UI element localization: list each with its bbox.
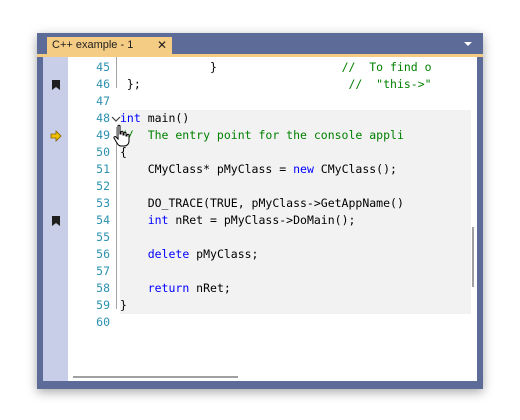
vertical-scrollbar[interactable] (471, 57, 477, 373)
line-number: 59 (96, 298, 110, 312)
code-token: nRet; (189, 281, 231, 295)
tab-title: C++ example - 1 (52, 39, 134, 51)
close-icon[interactable]: ✕ (157, 38, 167, 52)
line-number: 60 (96, 315, 110, 329)
code-text[interactable]: // The entry point for the console appli (120, 127, 477, 144)
collapse-chevron-icon[interactable] (111, 114, 121, 124)
comment-token: // "this->" (348, 77, 432, 91)
keyword-token: return (147, 281, 190, 295)
code-token: DO_TRACE(TRUE, pMyClass->GetAppName() (120, 196, 404, 210)
code-line[interactable]: 53 DO_TRACE(TRUE, pMyClass->GetAppName() (68, 195, 477, 212)
code-text[interactable] (120, 314, 477, 331)
code-line[interactable]: 55 (68, 229, 477, 246)
keyword-token: delete (147, 247, 190, 261)
code-text[interactable]: { (120, 144, 477, 161)
code-token: } (120, 298, 127, 312)
tab-dropdown-icon[interactable] (463, 39, 473, 49)
keyword-token: new (293, 162, 314, 176)
code-text[interactable]: } (120, 297, 477, 314)
horizontal-scroll-thumb[interactable] (73, 376, 238, 378)
vertical-scroll-thumb[interactable] (472, 227, 474, 287)
line-number: 47 (96, 94, 110, 108)
code-line[interactable]: 56 delete pMyClass; (68, 246, 477, 263)
bookmark-icon[interactable] (43, 76, 68, 93)
code-line[interactable]: 46 }; // "this->" (68, 76, 477, 93)
code-line[interactable]: 47 (68, 93, 477, 110)
code-line[interactable]: 51 CMyClass* pMyClass = new CMyClass(); (68, 161, 477, 178)
horizontal-scrollbar[interactable] (68, 373, 477, 381)
code-text[interactable]: int main() (120, 110, 477, 127)
line-number: 50 (96, 145, 110, 159)
code-token: CMyClass(); (313, 162, 397, 176)
code-editor[interactable]: 45 } // To find o 46 }; // "this->" 47 48 in… (43, 57, 477, 381)
editor-window: C++ example - 1 ✕ 45 } // To find o 46 };… (37, 33, 483, 389)
code-text[interactable] (120, 178, 477, 195)
comment-token: // To find o (341, 60, 432, 74)
bookmark-icon[interactable] (43, 212, 68, 229)
code-line[interactable]: 60 (68, 314, 477, 331)
code-line[interactable]: 52 (68, 178, 477, 195)
line-number: 54 (96, 213, 110, 227)
line-number: 58 (96, 281, 110, 295)
code-line[interactable]: 59} (68, 297, 477, 314)
execution-pointer-icon[interactable] (43, 127, 68, 144)
fold-guide-main-function (116, 127, 117, 309)
keyword-token: int (120, 111, 141, 125)
line-number: 56 (96, 247, 110, 261)
code-line[interactable]: 58 return nRet; (68, 280, 477, 297)
line-number: 45 (96, 60, 110, 74)
code-text[interactable]: }; // "this->" (120, 76, 477, 93)
line-number: 53 (96, 196, 110, 210)
line-number: 46 (96, 77, 110, 91)
line-number: 52 (96, 179, 110, 193)
code-text[interactable] (120, 263, 477, 280)
code-text[interactable]: int nRet = pMyClass->DoMain(); (120, 212, 477, 229)
code-text[interactable]: DO_TRACE(TRUE, pMyClass->GetAppName() (120, 195, 477, 212)
line-number: 49 (96, 128, 110, 142)
code-token: } (120, 60, 342, 74)
code-token: main() (140, 111, 190, 125)
tab-cpp-example[interactable]: C++ example - 1 ✕ (47, 37, 172, 54)
code-token: }; (120, 77, 349, 91)
code-text[interactable] (120, 93, 477, 110)
code-text[interactable] (120, 229, 477, 246)
code-text[interactable]: CMyClass* pMyClass = new CMyClass(); (120, 161, 477, 178)
hand-cursor-icon (113, 124, 130, 147)
line-number: 51 (96, 162, 110, 176)
code-token: CMyClass* pMyClass = (120, 162, 294, 176)
tab-strip: C++ example - 1 ✕ (37, 33, 483, 55)
code-token: nRet = pMyClass->DoMain(); (168, 213, 356, 227)
code-text[interactable]: delete pMyClass; (120, 246, 477, 263)
code-text[interactable]: return nRet; (120, 280, 477, 297)
line-number: 48 (96, 111, 110, 125)
code-text[interactable]: } // To find o (120, 59, 477, 76)
comment-token: // The entry point for the console appli (120, 128, 404, 142)
code-line[interactable]: 45 } // To find o (68, 59, 477, 76)
code-line[interactable]: 54 int nRet = pMyClass->DoMain(); (68, 212, 477, 229)
line-number: 55 (96, 230, 110, 244)
code-area[interactable]: 45 } // To find o 46 }; // "this->" 47 48 in… (68, 57, 477, 381)
keyword-token: int (147, 213, 169, 227)
line-number: 57 (96, 264, 110, 278)
fold-guide-previous-block (116, 57, 117, 88)
code-line[interactable]: 57 (68, 263, 477, 280)
code-token: pMyClass; (189, 247, 259, 261)
